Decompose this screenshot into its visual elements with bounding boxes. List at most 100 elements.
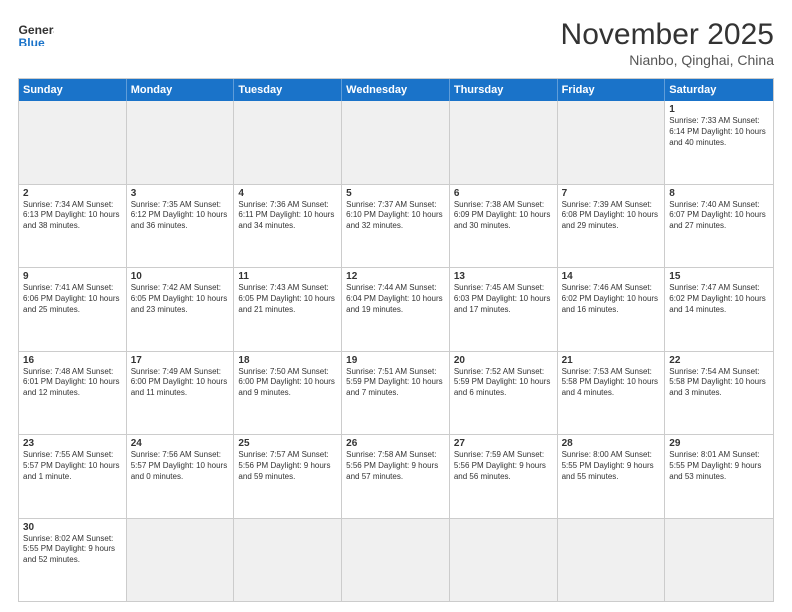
day-number: 13 [454, 271, 553, 282]
day-info: Sunrise: 7:56 AM Sunset: 5:57 PM Dayligh… [131, 450, 230, 482]
day-info: Sunrise: 7:58 AM Sunset: 5:56 PM Dayligh… [346, 450, 445, 482]
week-row-3: 9Sunrise: 7:41 AM Sunset: 6:06 PM Daylig… [19, 268, 773, 352]
day-cell-w4-d5: 20Sunrise: 7:52 AM Sunset: 5:59 PM Dayli… [450, 352, 558, 435]
day-info: Sunrise: 8:02 AM Sunset: 5:55 PM Dayligh… [23, 534, 122, 566]
day-info: Sunrise: 7:45 AM Sunset: 6:03 PM Dayligh… [454, 283, 553, 315]
week-row-6: 30Sunrise: 8:02 AM Sunset: 5:55 PM Dayli… [19, 519, 773, 602]
title-block: November 2025 Nianbo, Qinghai, China [561, 18, 774, 68]
day-cell-w3-d2: 10Sunrise: 7:42 AM Sunset: 6:05 PM Dayli… [127, 268, 235, 351]
day-headers: Sunday Monday Tuesday Wednesday Thursday… [19, 79, 773, 101]
day-info: Sunrise: 7:49 AM Sunset: 6:00 PM Dayligh… [131, 367, 230, 399]
day-cell-w5-d4: 26Sunrise: 7:58 AM Sunset: 5:56 PM Dayli… [342, 435, 450, 518]
subtitle: Nianbo, Qinghai, China [561, 52, 774, 68]
day-info: Sunrise: 7:50 AM Sunset: 6:00 PM Dayligh… [238, 367, 337, 399]
day-number: 26 [346, 438, 445, 449]
day-cell-w4-d2: 17Sunrise: 7:49 AM Sunset: 6:00 PM Dayli… [127, 352, 235, 435]
day-info: Sunrise: 7:36 AM Sunset: 6:11 PM Dayligh… [238, 200, 337, 232]
day-number: 21 [562, 355, 661, 366]
day-number: 4 [238, 188, 337, 199]
header: GeneralBlue November 2025 Nianbo, Qingha… [18, 18, 774, 68]
day-cell-w2-d5: 6Sunrise: 7:38 AM Sunset: 6:09 PM Daylig… [450, 185, 558, 268]
day-cell-w5-d1: 23Sunrise: 7:55 AM Sunset: 5:57 PM Dayli… [19, 435, 127, 518]
day-number: 8 [669, 188, 769, 199]
day-info: Sunrise: 7:39 AM Sunset: 6:08 PM Dayligh… [562, 200, 661, 232]
calendar-body: 1Sunrise: 7:33 AM Sunset: 6:14 PM Daylig… [19, 101, 773, 601]
day-cell-w3-d1: 9Sunrise: 7:41 AM Sunset: 6:06 PM Daylig… [19, 268, 127, 351]
day-info: Sunrise: 7:52 AM Sunset: 5:59 PM Dayligh… [454, 367, 553, 399]
day-cell-w1-d5 [450, 101, 558, 184]
day-cell-w3-d7: 15Sunrise: 7:47 AM Sunset: 6:02 PM Dayli… [665, 268, 773, 351]
day-cell-w6-d1: 30Sunrise: 8:02 AM Sunset: 5:55 PM Dayli… [19, 519, 127, 602]
day-cell-w6-d3 [234, 519, 342, 602]
header-monday: Monday [127, 79, 235, 101]
header-friday: Friday [558, 79, 666, 101]
day-cell-w2-d2: 3Sunrise: 7:35 AM Sunset: 6:12 PM Daylig… [127, 185, 235, 268]
day-cell-w5-d6: 28Sunrise: 8:00 AM Sunset: 5:55 PM Dayli… [558, 435, 666, 518]
page: GeneralBlue November 2025 Nianbo, Qingha… [0, 0, 792, 612]
day-cell-w4-d7: 22Sunrise: 7:54 AM Sunset: 5:58 PM Dayli… [665, 352, 773, 435]
week-row-1: 1Sunrise: 7:33 AM Sunset: 6:14 PM Daylig… [19, 101, 773, 185]
calendar: Sunday Monday Tuesday Wednesday Thursday… [18, 78, 774, 602]
day-cell-w2-d1: 2Sunrise: 7:34 AM Sunset: 6:13 PM Daylig… [19, 185, 127, 268]
day-cell-w1-d4 [342, 101, 450, 184]
day-info: Sunrise: 7:37 AM Sunset: 6:10 PM Dayligh… [346, 200, 445, 232]
day-cell-w3-d3: 11Sunrise: 7:43 AM Sunset: 6:05 PM Dayli… [234, 268, 342, 351]
day-number: 12 [346, 271, 445, 282]
day-number: 11 [238, 271, 337, 282]
day-cell-w1-d6 [558, 101, 666, 184]
day-number: 20 [454, 355, 553, 366]
day-number: 9 [23, 271, 122, 282]
header-thursday: Thursday [450, 79, 558, 101]
svg-text:Blue: Blue [19, 36, 45, 46]
day-number: 14 [562, 271, 661, 282]
day-number: 28 [562, 438, 661, 449]
day-info: Sunrise: 8:00 AM Sunset: 5:55 PM Dayligh… [562, 450, 661, 482]
header-saturday: Saturday [665, 79, 773, 101]
week-row-5: 23Sunrise: 7:55 AM Sunset: 5:57 PM Dayli… [19, 435, 773, 519]
header-wednesday: Wednesday [342, 79, 450, 101]
day-info: Sunrise: 8:01 AM Sunset: 5:55 PM Dayligh… [669, 450, 769, 482]
day-cell-w3-d4: 12Sunrise: 7:44 AM Sunset: 6:04 PM Dayli… [342, 268, 450, 351]
logo-icon: GeneralBlue [18, 18, 54, 46]
day-cell-w2-d6: 7Sunrise: 7:39 AM Sunset: 6:08 PM Daylig… [558, 185, 666, 268]
day-info: Sunrise: 7:53 AM Sunset: 5:58 PM Dayligh… [562, 367, 661, 399]
day-info: Sunrise: 7:40 AM Sunset: 6:07 PM Dayligh… [669, 200, 769, 232]
day-info: Sunrise: 7:48 AM Sunset: 6:01 PM Dayligh… [23, 367, 122, 399]
day-cell-w2-d7: 8Sunrise: 7:40 AM Sunset: 6:07 PM Daylig… [665, 185, 773, 268]
week-row-4: 16Sunrise: 7:48 AM Sunset: 6:01 PM Dayli… [19, 352, 773, 436]
day-number: 2 [23, 188, 122, 199]
day-cell-w1-d3 [234, 101, 342, 184]
day-info: Sunrise: 7:44 AM Sunset: 6:04 PM Dayligh… [346, 283, 445, 315]
day-cell-w1-d2 [127, 101, 235, 184]
day-info: Sunrise: 7:34 AM Sunset: 6:13 PM Dayligh… [23, 200, 122, 232]
day-info: Sunrise: 7:43 AM Sunset: 6:05 PM Dayligh… [238, 283, 337, 315]
logo: GeneralBlue [18, 18, 54, 46]
day-cell-w5-d3: 25Sunrise: 7:57 AM Sunset: 5:56 PM Dayli… [234, 435, 342, 518]
day-cell-w1-d1 [19, 101, 127, 184]
header-tuesday: Tuesday [234, 79, 342, 101]
week-row-2: 2Sunrise: 7:34 AM Sunset: 6:13 PM Daylig… [19, 185, 773, 269]
day-info: Sunrise: 7:35 AM Sunset: 6:12 PM Dayligh… [131, 200, 230, 232]
day-number: 6 [454, 188, 553, 199]
day-info: Sunrise: 7:55 AM Sunset: 5:57 PM Dayligh… [23, 450, 122, 482]
day-number: 7 [562, 188, 661, 199]
day-number: 19 [346, 355, 445, 366]
day-number: 24 [131, 438, 230, 449]
header-sunday: Sunday [19, 79, 127, 101]
day-cell-w6-d4 [342, 519, 450, 602]
day-number: 23 [23, 438, 122, 449]
day-cell-w2-d4: 5Sunrise: 7:37 AM Sunset: 6:10 PM Daylig… [342, 185, 450, 268]
day-cell-w5-d7: 29Sunrise: 8:01 AM Sunset: 5:55 PM Dayli… [665, 435, 773, 518]
day-cell-w3-d6: 14Sunrise: 7:46 AM Sunset: 6:02 PM Dayli… [558, 268, 666, 351]
day-number: 25 [238, 438, 337, 449]
day-info: Sunrise: 7:54 AM Sunset: 5:58 PM Dayligh… [669, 367, 769, 399]
month-title: November 2025 [561, 18, 774, 52]
day-info: Sunrise: 7:59 AM Sunset: 5:56 PM Dayligh… [454, 450, 553, 482]
day-number: 1 [669, 104, 769, 115]
day-info: Sunrise: 7:46 AM Sunset: 6:02 PM Dayligh… [562, 283, 661, 315]
day-number: 10 [131, 271, 230, 282]
day-cell-w4-d4: 19Sunrise: 7:51 AM Sunset: 5:59 PM Dayli… [342, 352, 450, 435]
day-cell-w4-d3: 18Sunrise: 7:50 AM Sunset: 6:00 PM Dayli… [234, 352, 342, 435]
day-cell-w3-d5: 13Sunrise: 7:45 AM Sunset: 6:03 PM Dayli… [450, 268, 558, 351]
day-info: Sunrise: 7:38 AM Sunset: 6:09 PM Dayligh… [454, 200, 553, 232]
